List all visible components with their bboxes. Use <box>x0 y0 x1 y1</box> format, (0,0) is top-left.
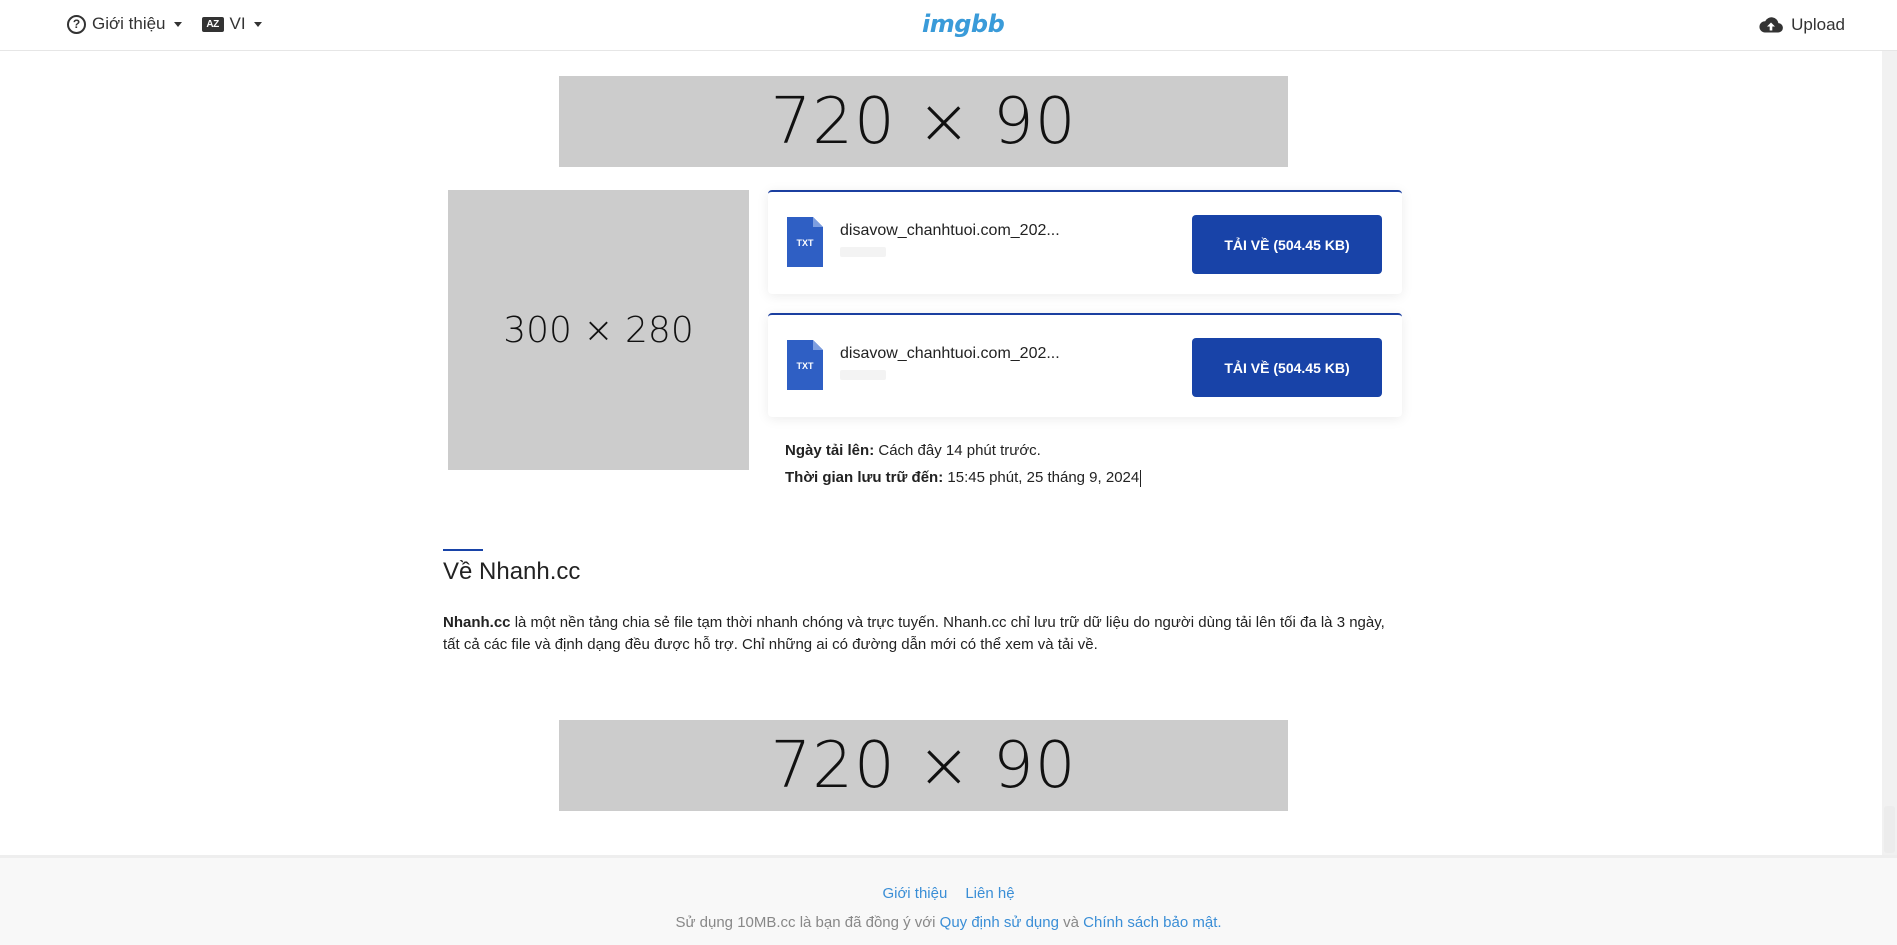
top-navbar: ? Giới thiệu AZ VI imgbb Upload <box>0 0 1897 51</box>
expire-date: Thời gian lưu trữ đến: 15:45 phút, 25 th… <box>785 469 1142 487</box>
upload-date-label: Ngày tải lên: <box>785 442 875 459</box>
upload-label: Upload <box>1791 15 1845 34</box>
ad-square[interactable]: 300 × 280 <box>448 190 749 470</box>
privacy-link[interactable]: Chính sách bảo mật. <box>1083 914 1221 931</box>
file-meta-placeholder <box>840 370 886 380</box>
file-name: disavow_chanhtuoi.com_202... <box>840 345 1060 362</box>
footer-note-prefix: Sử dụng 10MB.cc là bạn đã đồng ý với <box>675 914 936 931</box>
nav-left: ? Giới thiệu AZ VI <box>67 14 262 34</box>
scrollbar-track[interactable] <box>1882 51 1897 855</box>
svg-text:TXT: TXT <box>797 238 815 248</box>
site-logo[interactable]: imgbb <box>922 10 1005 38</box>
about-menu[interactable]: ? Giới thiệu <box>67 14 182 34</box>
scrollbar-thumb[interactable] <box>1884 806 1895 853</box>
language-menu[interactable]: AZ VI <box>201 14 262 34</box>
download-button[interactable]: TẢI VỀ (504.45 KB) <box>1192 338 1382 397</box>
footer-note: Sử dụng 10MB.cc là bạn đã đồng ý với Quy… <box>0 914 1897 931</box>
question-circle-icon: ? <box>67 14 86 34</box>
file-name: disavow_chanhtuoi.com_202... <box>840 222 1060 239</box>
svg-text:TXT: TXT <box>797 361 815 371</box>
download-button[interactable]: TẢI VỀ (504.45 KB) <box>1192 215 1382 274</box>
cloud-upload-icon <box>1759 17 1784 33</box>
about-brand: Nhanh.cc <box>443 614 511 631</box>
footer-link-contact[interactable]: Liên hệ <box>965 885 1014 902</box>
about-text: Nhanh.cc là một nền tảng chia sẻ file tạ… <box>443 612 1403 656</box>
about-menu-label: Giới thiệu <box>92 14 166 33</box>
txt-file-icon: TXT <box>787 217 823 267</box>
ad-banner-bottom[interactable]: 720 × 90 <box>559 720 1288 811</box>
file-card: TXT disavow_chanhtuoi.com_202... TẢI VỀ … <box>768 313 1402 417</box>
expire-date-value: 15:45 phút, 25 tháng 9, 2024 <box>947 469 1140 486</box>
file-card: TXT disavow_chanhtuoi.com_202... TẢI VỀ … <box>768 190 1402 294</box>
section-accent-line <box>443 549 483 551</box>
language-menu-label: VI <box>229 14 246 33</box>
txt-file-icon: TXT <box>787 340 823 390</box>
footer-link-about[interactable]: Giới thiệu <box>882 885 947 902</box>
ad-banner-top[interactable]: 720 × 90 <box>559 76 1288 167</box>
chevron-down-icon <box>253 21 262 27</box>
file-meta-placeholder <box>840 247 886 257</box>
expire-date-label: Thời gian lưu trữ đến: <box>785 469 944 486</box>
upload-button[interactable]: Upload <box>1755 13 1849 37</box>
chevron-down-icon <box>173 21 182 27</box>
text-cursor <box>1140 469 1142 487</box>
language-icon: AZ <box>201 16 224 32</box>
footer: Giới thiệu Liên hệ Sử dụng 10MB.cc là bạ… <box>0 855 1897 945</box>
about-title: Về Nhanh.cc <box>443 558 581 585</box>
footer-note-and: và <box>1063 914 1079 931</box>
about-description: là một nền tảng chia sẻ file tạm thời nh… <box>443 614 1385 653</box>
footer-links: Giới thiệu Liên hệ <box>0 885 1897 902</box>
upload-date-value: Cách đây 14 phút trước. <box>878 442 1041 459</box>
upload-date: Ngày tải lên: Cách đây 14 phút trước. <box>785 442 1041 459</box>
terms-link[interactable]: Quy định sử dụng <box>940 914 1059 931</box>
